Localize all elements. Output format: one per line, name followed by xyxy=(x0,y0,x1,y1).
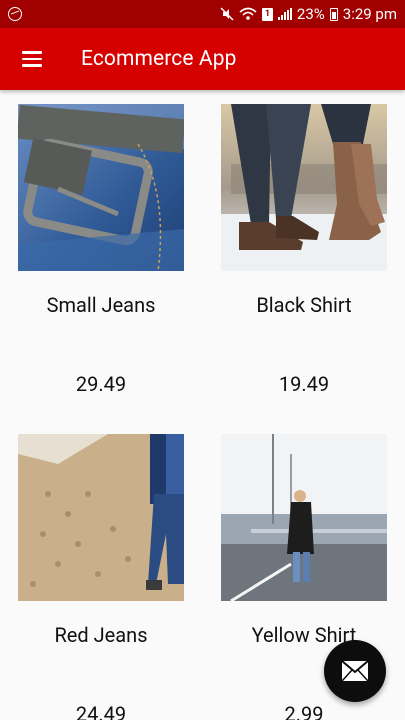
belt-buckle-jeans-photo xyxy=(18,104,184,271)
app-title: Ecommerce App xyxy=(81,47,237,71)
product-name: Black Shirt xyxy=(256,293,352,317)
hamburger-menu-icon[interactable] xyxy=(4,31,60,87)
mail-icon xyxy=(341,660,369,682)
person-walking-on-sand-photo xyxy=(18,434,184,601)
product-price: 24.49 xyxy=(75,702,127,720)
product-card[interactable]: Small Jeans 29.49 xyxy=(18,104,184,396)
app-bar: Ecommerce App xyxy=(0,28,405,90)
product-name: Small Jeans xyxy=(46,293,156,317)
product-grid[interactable]: Small Jeans 29.49 Black Shirt 19.49 Red … xyxy=(0,90,405,720)
mail-fab-button[interactable] xyxy=(324,640,386,702)
product-card[interactable]: Yellow Shirt 2.99 xyxy=(221,434,387,720)
product-price: 29.49 xyxy=(75,372,127,396)
status-bar: 1 23% 3:29 pm xyxy=(0,0,405,28)
sim-icon: 1 xyxy=(261,7,273,21)
product-price: 19.49 xyxy=(278,372,330,396)
product-price: 2.99 xyxy=(284,702,324,720)
woman-on-pier-photo xyxy=(221,434,387,601)
mute-icon xyxy=(220,7,234,21)
battery-percent: 23% xyxy=(296,5,325,23)
status-time: 3:29 pm xyxy=(342,5,397,23)
boots-in-snow-photo xyxy=(221,104,387,271)
product-card[interactable]: Red Jeans 24.49 xyxy=(18,434,184,720)
messenger-icon xyxy=(8,7,22,21)
battery-icon xyxy=(329,7,338,21)
wifi-icon xyxy=(239,7,257,20)
product-card[interactable]: Black Shirt 19.49 xyxy=(221,104,387,396)
signal-icon xyxy=(277,8,292,20)
product-name: Red Jeans xyxy=(54,623,148,647)
